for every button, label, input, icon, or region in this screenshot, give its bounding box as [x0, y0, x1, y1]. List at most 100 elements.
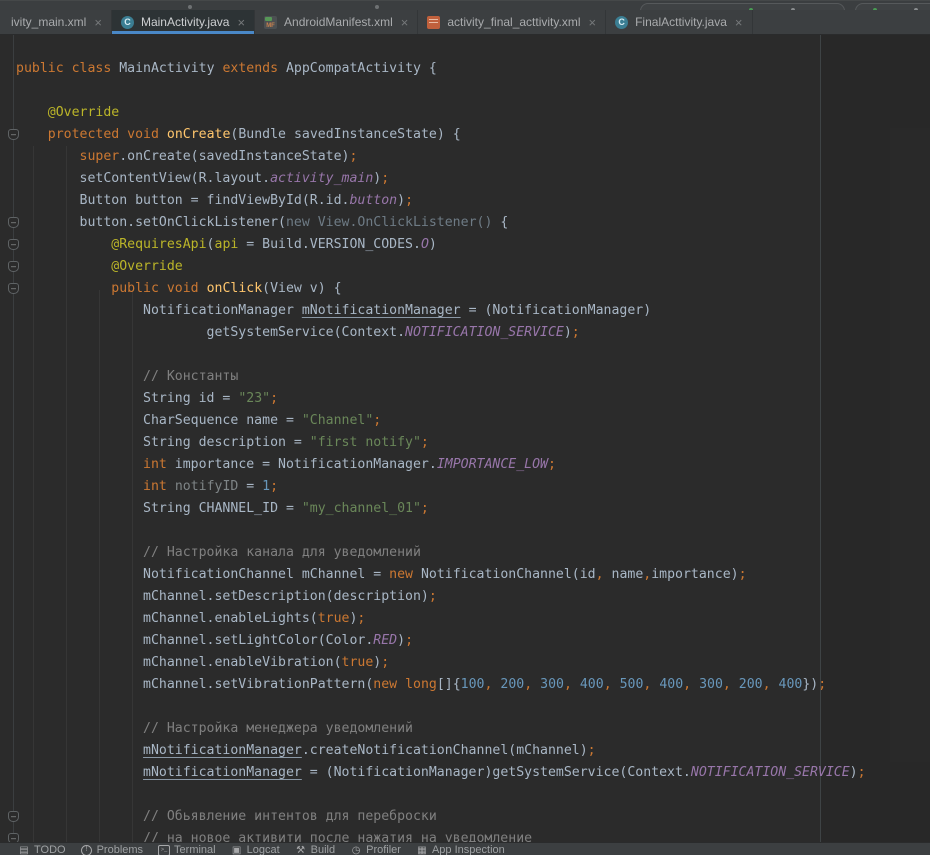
code-token [572, 677, 580, 692]
code-token: NOTIFICATION_SERVICE [405, 325, 564, 340]
code-token: // Настройка менеджера уведомлений [143, 721, 413, 736]
code-line[interactable]: String CHANNEL_ID = "my_channel_01"; [16, 498, 930, 520]
tool-window-button-logcat[interactable]: ▣Logcat [231, 845, 280, 855]
code-line[interactable]: setContentView(R.layout.activity_main); [16, 168, 930, 190]
code-token: ; [739, 567, 747, 582]
fold-marker-icon[interactable]: – [8, 239, 19, 250]
run-controls-group[interactable] [640, 3, 845, 10]
code-line[interactable]: CharSequence name = "Channel"; [16, 410, 930, 432]
code-line[interactable]: // Обьявление интентов для переброски [16, 806, 930, 828]
code-line[interactable]: public class MainActivity extends AppCom… [16, 58, 930, 80]
tab-label: activity_final_acttivity.xml [445, 15, 582, 29]
code-line[interactable]: int importance = NotificationManager.IMP… [16, 454, 930, 476]
editor-tab-bar: ivity_main.xml×CMainActivity.java×MFAndr… [0, 10, 930, 35]
code-line[interactable]: mChannel.setLightColor(Color.RED); [16, 630, 930, 652]
editor-tab-androidmanifest-xml[interactable]: MFAndroidManifest.xml× [255, 10, 418, 34]
close-tab-icon[interactable]: × [94, 16, 102, 29]
code-token: , [604, 677, 612, 692]
code-line[interactable]: getSystemService(Context.NOTIFICATION_SE… [16, 322, 930, 344]
manifest-icon: MF [264, 16, 277, 29]
close-tab-icon[interactable]: × [589, 16, 597, 29]
code-token: }) [802, 677, 818, 692]
tool-window-label: Terminal [174, 845, 216, 855]
tool-window-button-build[interactable]: ⚒Build [295, 845, 335, 855]
code-line[interactable] [16, 80, 930, 102]
code-line[interactable]: mChannel.enableVibration(true); [16, 652, 930, 674]
code-token: 100 [461, 677, 485, 692]
code-token [691, 677, 699, 692]
code-line[interactable]: mChannel.enableLights(true); [16, 608, 930, 630]
code-line[interactable]: public void onClick(View v) { [16, 278, 930, 300]
fold-marker-icon[interactable]: – [8, 261, 19, 272]
code-token: protected [48, 127, 119, 142]
code-line[interactable]: mChannel.setVibrationPattern(new long[]{… [16, 674, 930, 696]
code-line[interactable]: String description = "first notify"; [16, 432, 930, 454]
code-line[interactable]: Button button = findViewById(R.id.button… [16, 190, 930, 212]
code-line[interactable] [16, 344, 930, 366]
code-token: 500 [620, 677, 644, 692]
code-token: importance = NotificationManager. [167, 457, 437, 472]
code-token: mChannel.setVibrationPattern( [143, 677, 373, 692]
code-token: public [111, 281, 159, 296]
code-token: mChannel.enableLights( [143, 611, 318, 626]
code-area[interactable]: public class MainActivity extends AppCom… [16, 58, 930, 843]
fold-marker-icon[interactable]: – [8, 283, 19, 294]
fold-marker-icon[interactable]: – [8, 217, 19, 228]
code-token [119, 127, 127, 142]
code-line[interactable]: // на новое активити после нажатия на ув… [16, 828, 930, 843]
code-token: "23" [238, 391, 270, 406]
code-token: = [238, 479, 262, 494]
code-token: MainActivity [111, 61, 222, 76]
code-token: ; [421, 435, 429, 450]
code-token: class [72, 61, 112, 76]
code-line[interactable]: @Override [16, 102, 930, 124]
device-controls-group[interactable] [855, 3, 930, 10]
code-token: extends [222, 61, 278, 76]
code-line[interactable]: button.setOnClickListener(new View.OnCli… [16, 212, 930, 234]
editor-tab-mainactivity-java[interactable]: CMainActivity.java× [112, 10, 255, 34]
fold-marker-icon[interactable]: – [8, 811, 19, 822]
tool-window-button-terminal[interactable]: Terminal [158, 845, 216, 855]
code-token: ; [429, 589, 437, 604]
code-token: ) [397, 633, 405, 648]
code-token: @RequiresApi [111, 237, 206, 252]
code-line[interactable]: // Настройка канала для уведомлений [16, 542, 930, 564]
code-line[interactable]: mChannel.setDescription(description); [16, 586, 930, 608]
code-line[interactable]: mNotificationManager.createNotificationC… [16, 740, 930, 762]
code-line[interactable]: @Override [16, 256, 930, 278]
tool-window-button-problems[interactable]: Problems [81, 845, 143, 855]
code-line[interactable] [16, 696, 930, 718]
code-token: = Build.VERSION_CODES. [238, 237, 421, 252]
code-token: .onCreate(savedInstanceState) [119, 149, 349, 164]
tool-window-button-profiler[interactable]: ◷Profiler [350, 845, 401, 855]
editor-tab-ivity-main-xml[interactable]: ivity_main.xml× [0, 10, 112, 34]
close-tab-icon[interactable]: × [237, 16, 245, 29]
code-token: "my_channel_01" [302, 501, 421, 516]
code-line[interactable]: String id = "23"; [16, 388, 930, 410]
code-token [199, 281, 207, 296]
code-line[interactable]: NotificationChannel mChannel = new Notif… [16, 564, 930, 586]
editor-tab-finalacttivity-java[interactable]: CFinalActtivity.java× [606, 10, 752, 34]
code-line[interactable]: protected void onCreate(Bundle savedInst… [16, 124, 930, 146]
code-line[interactable]: super.onCreate(savedInstanceState); [16, 146, 930, 168]
close-tab-icon[interactable]: × [735, 16, 743, 29]
code-line[interactable]: mNotificationManager = (NotificationMana… [16, 762, 930, 784]
code-token: String CHANNEL_ID = [143, 501, 302, 516]
code-token: 200 [500, 677, 524, 692]
code-line[interactable] [16, 520, 930, 542]
code-line[interactable]: @RequiresApi(api = Build.VERSION_CODES.O… [16, 234, 930, 256]
tool-window-button-todo[interactable]: ▤TODO [18, 845, 66, 855]
editor-tab-activity-final-acttivity-xml[interactable]: activity_final_acttivity.xml × [418, 10, 606, 34]
toolbar-dot-icon [375, 5, 379, 9]
code-line[interactable] [16, 784, 930, 806]
tool-window-button-app-inspection[interactable]: ▦App Inspection [416, 845, 505, 855]
code-line[interactable]: NotificationManager mNotificationManager… [16, 300, 930, 322]
code-token: name [604, 567, 644, 582]
code-line[interactable]: // Константы [16, 366, 930, 388]
code-token: void [167, 281, 199, 296]
close-tab-icon[interactable]: × [401, 16, 409, 29]
code-editor[interactable]: public class MainActivity extends AppCom… [0, 35, 930, 843]
fold-marker-icon[interactable]: – [8, 129, 19, 140]
code-line[interactable]: // Настройка менеджера уведомлений [16, 718, 930, 740]
code-line[interactable]: int notifyID = 1; [16, 476, 930, 498]
